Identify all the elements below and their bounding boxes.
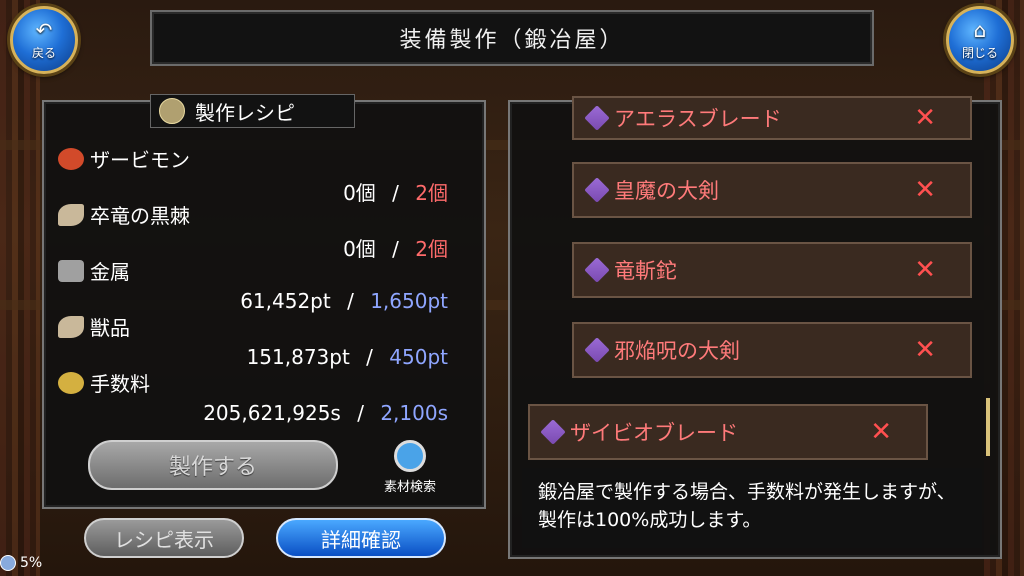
unavailable-x-icon: ✕ xyxy=(870,417,892,447)
material-name: 獣品 xyxy=(90,316,130,340)
unavailable-x-icon: ✕ xyxy=(914,103,936,133)
material-need: 1,650pt xyxy=(370,289,448,313)
home-icon: ⌂ xyxy=(973,17,987,42)
item-name: ザイビオブレード xyxy=(570,421,738,445)
item-name: アエラスブレード xyxy=(614,107,782,131)
material-row: ザービモン 0個 / 2個 xyxy=(58,144,458,206)
material-row: 卒竜の黒棘 0個 / 2個 xyxy=(58,200,458,262)
close-label: 閉じる xyxy=(961,45,998,60)
sword-icon xyxy=(584,337,610,363)
magnifier-icon xyxy=(394,440,426,472)
recipe-display-button[interactable]: レシピ表示 xyxy=(84,518,244,558)
material-name: 金属 xyxy=(90,260,130,284)
material-need: 450pt xyxy=(389,345,448,369)
unavailable-x-icon: ✕ xyxy=(914,335,936,365)
fang-icon xyxy=(58,315,84,338)
page-title: 装備製作（鍛冶屋） xyxy=(150,10,874,66)
material-have: 151,873pt xyxy=(246,345,350,369)
separator: / xyxy=(366,345,373,369)
item-name: 皇魔の大剣 xyxy=(614,179,719,203)
list-item[interactable]: アエラスブレード ✕ xyxy=(572,96,972,140)
close-button[interactable]: ⌂ 閉じる xyxy=(946,6,1014,74)
status-bar: 5% xyxy=(0,555,42,571)
material-name: 卒竜の黒棘 xyxy=(90,204,190,228)
details-button[interactable]: 詳細確認 xyxy=(276,518,446,558)
list-item[interactable]: 邪焔呪の大剣 ✕ xyxy=(572,322,972,378)
material-have: 205,621,925s xyxy=(203,401,341,425)
material-name: ザービモン xyxy=(90,148,190,172)
status-percent: 5% xyxy=(20,555,43,571)
scrollbar[interactable] xyxy=(986,398,990,456)
sword-icon xyxy=(584,257,610,283)
back-label: 戻る xyxy=(31,45,56,60)
material-row: 獣品 151,873pt / 450pt xyxy=(58,312,458,369)
recipe-title: 製作レシピ xyxy=(195,100,295,125)
back-arrow-icon: ↶ xyxy=(35,17,53,42)
unavailable-x-icon: ✕ xyxy=(914,175,936,205)
recipe-header: 製作レシピ xyxy=(150,94,355,128)
claw-icon xyxy=(58,203,84,226)
coin-bag-icon xyxy=(58,371,84,394)
make-button[interactable]: 製作する xyxy=(88,440,338,490)
list-item-selected[interactable]: ザイビオブレード ✕ xyxy=(528,404,928,460)
info-message: 鍛冶屋で製作する場合、手数料が発生しますが、製作は100%成功します。 xyxy=(522,468,982,548)
material-search-button[interactable]: 素材検索 xyxy=(370,440,450,495)
sword-icon xyxy=(540,419,566,445)
sword-icon xyxy=(584,177,610,203)
list-item[interactable]: 竜斬鉈 ✕ xyxy=(572,242,972,298)
separator: / xyxy=(357,401,364,425)
material-have: 61,452pt xyxy=(240,289,331,313)
status-icon xyxy=(0,555,16,571)
list-item[interactable]: 皇魔の大剣 ✕ xyxy=(572,162,972,218)
material-row: 手数料 205,621,925s / 2,100s xyxy=(58,368,458,425)
material-row: 金属 61,452pt / 1,650pt xyxy=(58,256,458,313)
material-name: 手数料 xyxy=(90,372,150,396)
unavailable-x-icon: ✕ xyxy=(914,255,936,285)
material-need: 2,100s xyxy=(380,401,448,425)
back-button[interactable]: ↶ 戻る xyxy=(10,6,78,74)
item-name: 邪焔呪の大剣 xyxy=(614,339,740,363)
separator: / xyxy=(347,289,354,313)
material-search-label: 素材検索 xyxy=(383,480,436,495)
metal-ingot-icon xyxy=(58,259,84,282)
recipe-book-icon xyxy=(159,98,185,124)
sword-icon xyxy=(584,105,610,131)
item-name: 竜斬鉈 xyxy=(614,259,677,283)
mushroom-icon xyxy=(58,147,84,170)
bg-bookshelf-left xyxy=(0,0,40,576)
